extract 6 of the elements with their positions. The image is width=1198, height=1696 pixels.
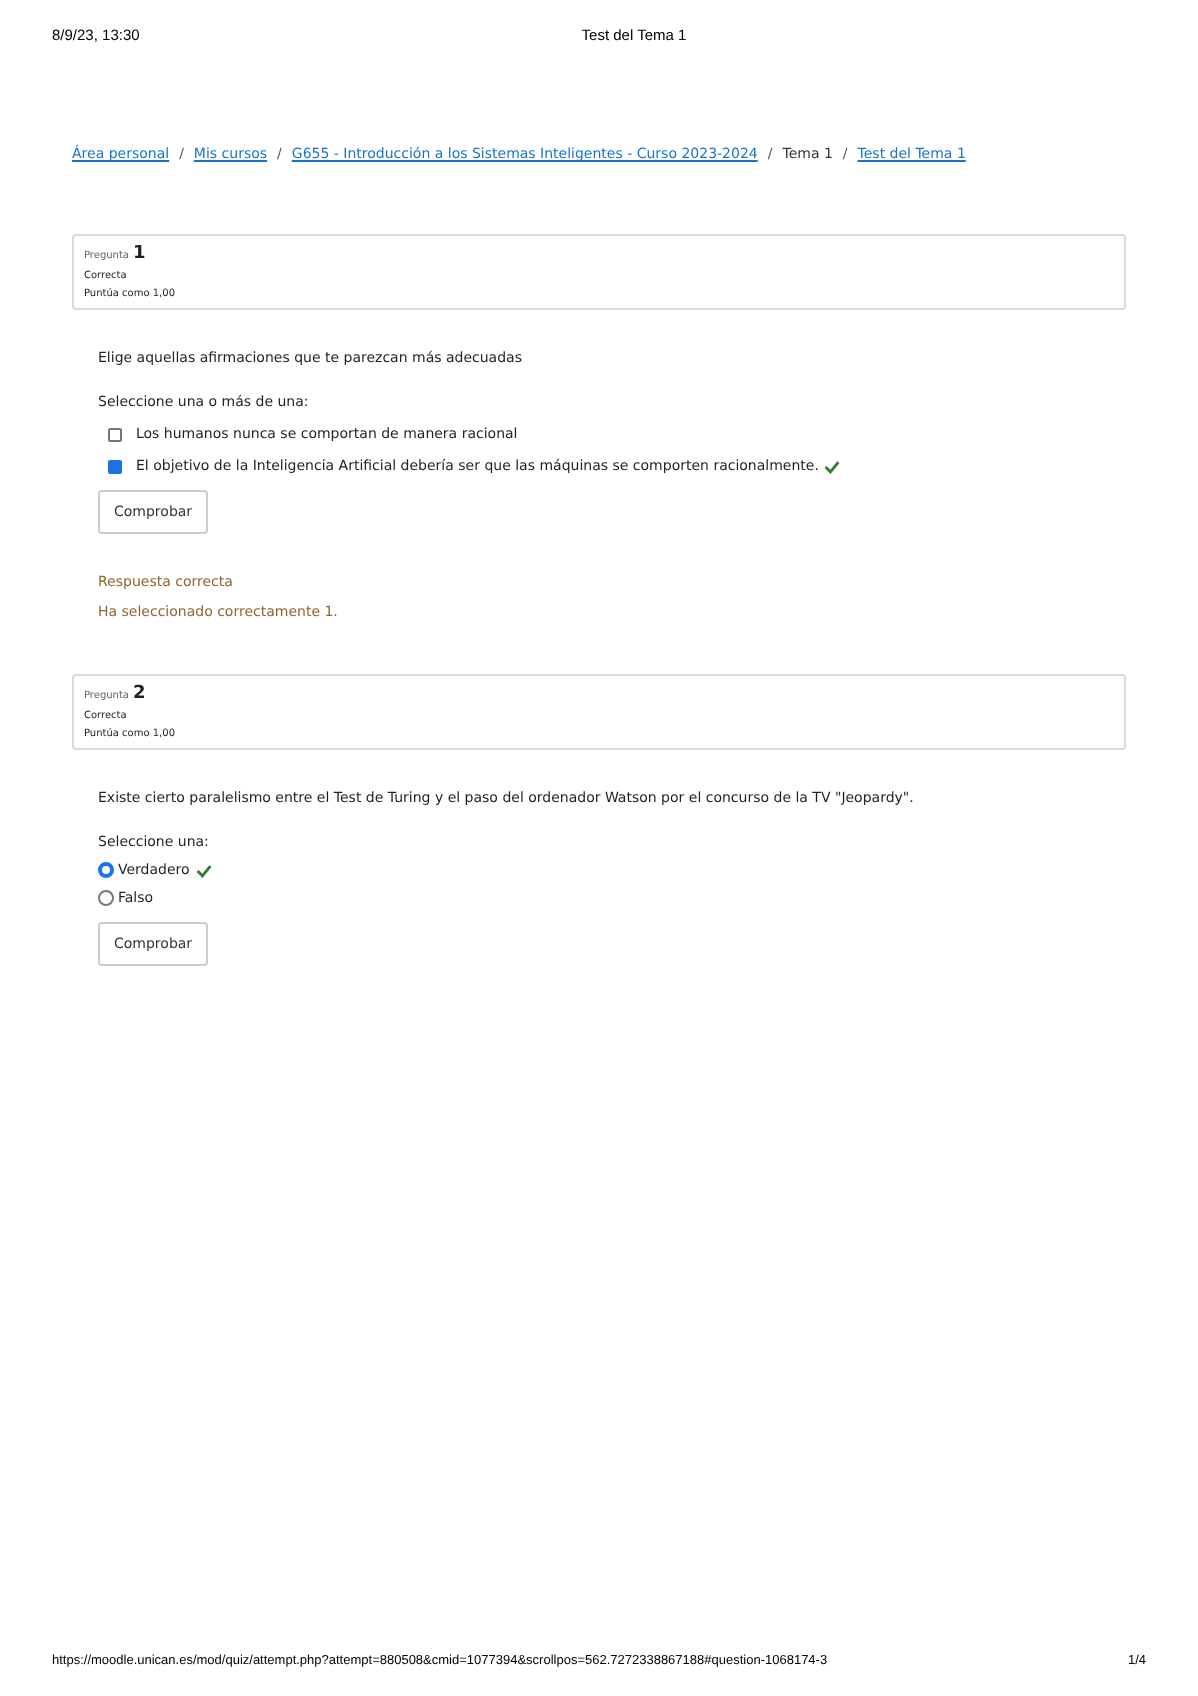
question-number: 2 — [133, 684, 146, 704]
checkbox[interactable] — [108, 427, 122, 441]
radio-button[interactable] — [98, 890, 114, 906]
checkbox[interactable] — [108, 459, 122, 473]
radio-button[interactable] — [98, 862, 114, 878]
question-number: 1 — [133, 244, 146, 264]
